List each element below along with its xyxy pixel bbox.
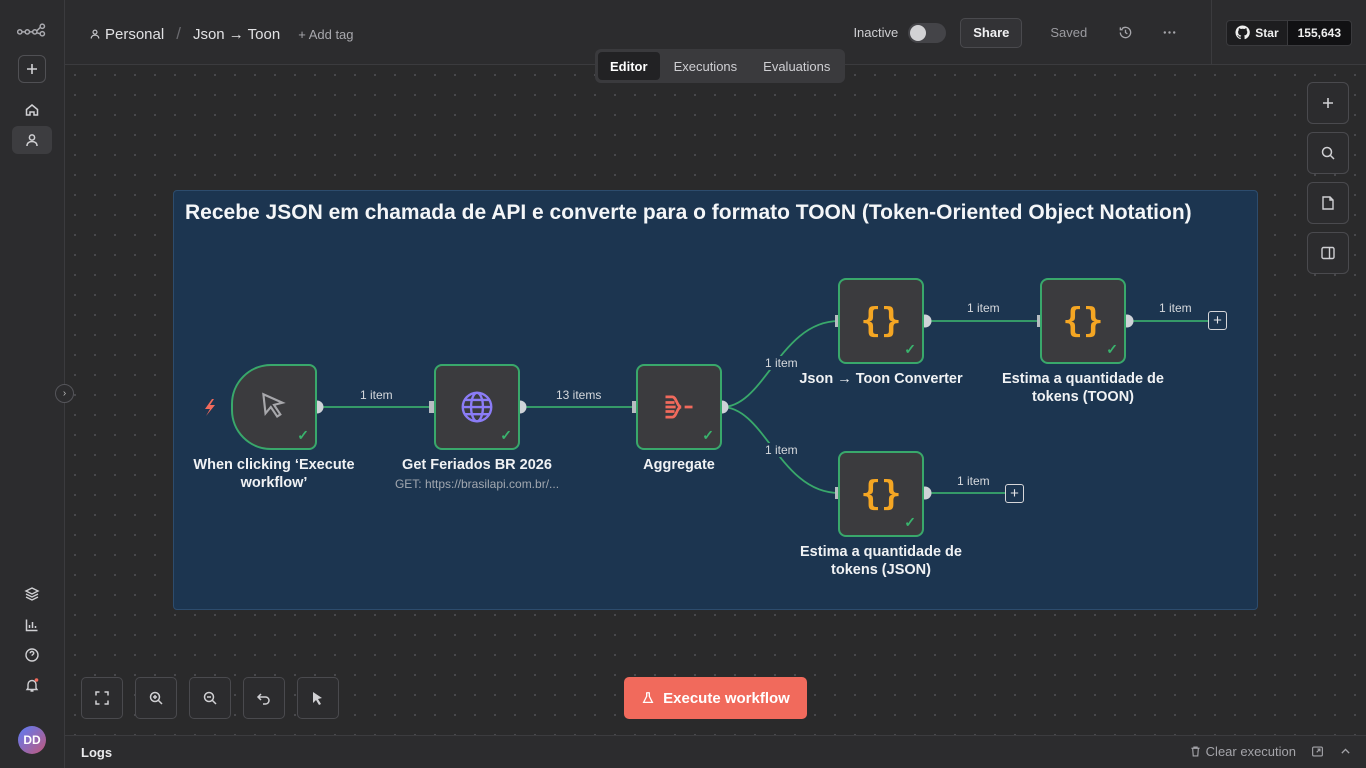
workflow-name[interactable]: Json → Toon xyxy=(193,26,280,43)
saved-status: Saved xyxy=(1050,25,1088,40)
clear-execution-button[interactable]: Clear execution xyxy=(1189,744,1296,759)
node-tokens-json[interactable]: {} ✓ xyxy=(838,451,924,537)
add-button[interactable] xyxy=(18,55,46,83)
code-braces-icon: {} xyxy=(860,474,902,514)
cursor-icon xyxy=(262,392,286,419)
tab-executions[interactable]: Executions xyxy=(662,52,750,80)
edge-label: 1 item xyxy=(763,443,800,457)
globe-icon xyxy=(461,391,493,423)
more-options-icon[interactable] xyxy=(1161,25,1177,41)
edge-label: 1 item xyxy=(763,356,800,370)
main-sidebar: DD xyxy=(0,0,65,768)
add-next-node-button[interactable]: + xyxy=(1208,311,1227,330)
zoom-out-icon[interactable] xyxy=(189,677,231,719)
node-trigger[interactable]: ✓ xyxy=(231,364,317,450)
zoom-in-icon[interactable] xyxy=(135,677,177,719)
node-aggregate[interactable]: ✓ xyxy=(636,364,722,450)
flask-icon xyxy=(642,692,654,704)
node-label: Get Feriados BR 2026 xyxy=(402,457,552,473)
canvas-bottom-toolbar xyxy=(81,677,339,719)
execute-workflow-button[interactable]: Execute workflow xyxy=(624,677,807,719)
edge-label: 1 item xyxy=(965,301,1002,315)
github-icon xyxy=(1235,25,1251,40)
success-check-icon: ✓ xyxy=(1106,341,1118,357)
code-braces-icon: {} xyxy=(1062,301,1104,341)
node-label: Aggregate xyxy=(643,457,715,473)
logs-panel-bar[interactable]: Logs Clear execution xyxy=(65,735,1366,768)
success-check-icon: ✓ xyxy=(500,427,512,443)
success-check-icon: ✓ xyxy=(297,427,309,443)
active-toggle[interactable] xyxy=(908,22,947,43)
node-label: Json → Toon Converter xyxy=(799,371,963,387)
add-next-node-button[interactable]: + xyxy=(1005,484,1024,503)
execute-workflow-label: Execute workflow xyxy=(663,689,790,707)
tab-editor[interactable]: Editor xyxy=(598,52,660,80)
workflow-canvas[interactable]: Editor Executions Evaluations Recebe JSO… xyxy=(65,49,1366,735)
notifications-icon[interactable] xyxy=(12,671,52,699)
share-button[interactable]: Share xyxy=(960,17,1023,48)
toggle-knob xyxy=(910,24,927,41)
logs-title: Logs xyxy=(81,745,113,760)
node-label: Estima a quantidade de tokens (TOON) xyxy=(1002,371,1164,405)
node-label: Estima a quantidade de tokens (JSON) xyxy=(800,544,962,578)
edge-label: 1 item xyxy=(955,474,992,488)
project-link[interactable]: Personal xyxy=(105,26,164,43)
node-subtitle: GET: https://brasilapi.com.br/... xyxy=(394,477,560,491)
trigger-bolt-icon xyxy=(205,399,215,416)
edge-label: 1 item xyxy=(1157,301,1194,315)
trash-icon xyxy=(1191,746,1200,757)
undo-icon[interactable] xyxy=(243,677,285,719)
aggregate-icon xyxy=(665,395,693,419)
github-star-label: Star xyxy=(1255,25,1279,40)
node-label: When clicking ‘Execute workflow’ xyxy=(193,457,355,491)
user-icon xyxy=(90,29,100,39)
add-tag-button[interactable]: + Add tag xyxy=(298,27,353,42)
fit-view-icon[interactable] xyxy=(81,677,123,719)
chevron-up-icon[interactable] xyxy=(1338,745,1352,759)
history-icon[interactable] xyxy=(1117,25,1133,41)
help-icon[interactable] xyxy=(12,641,52,669)
github-star-widget[interactable]: Star 155,643 xyxy=(1211,0,1366,65)
personal-icon[interactable] xyxy=(12,126,52,154)
user-avatar[interactable]: DD xyxy=(18,726,46,754)
node-json-toon-converter[interactable]: {} ✓ xyxy=(838,278,924,364)
code-braces-icon: {} xyxy=(860,301,902,341)
active-status-label: Inactive xyxy=(853,25,899,40)
templates-icon[interactable] xyxy=(12,580,52,608)
pop-out-icon[interactable] xyxy=(1310,745,1324,759)
tidy-up-icon[interactable] xyxy=(297,677,339,719)
success-check-icon: ✓ xyxy=(702,427,714,443)
view-tabs: Editor Executions Evaluations xyxy=(595,49,846,83)
tab-evaluations[interactable]: Evaluations xyxy=(751,52,842,80)
node-tokens-toon[interactable]: {} ✓ xyxy=(1040,278,1126,364)
github-star-count[interactable]: 155,643 xyxy=(1287,19,1352,46)
success-check-icon: ✓ xyxy=(904,341,916,357)
breadcrumb: Personal / Json → Toon + Add tag xyxy=(89,24,354,44)
n8n-logo-icon[interactable] xyxy=(12,16,52,44)
success-check-icon: ✓ xyxy=(904,514,916,530)
edge-label: 1 item xyxy=(358,388,395,402)
home-icon[interactable] xyxy=(12,96,52,124)
github-star-button[interactable]: Star xyxy=(1226,19,1288,46)
sidebar-collapse-toggle[interactable]: › xyxy=(55,384,74,403)
breadcrumb-separator: / xyxy=(176,24,181,43)
node-http-request[interactable]: ✓ xyxy=(434,364,520,450)
edge-label: 13 items xyxy=(554,388,604,402)
insights-icon[interactable] xyxy=(12,611,52,639)
